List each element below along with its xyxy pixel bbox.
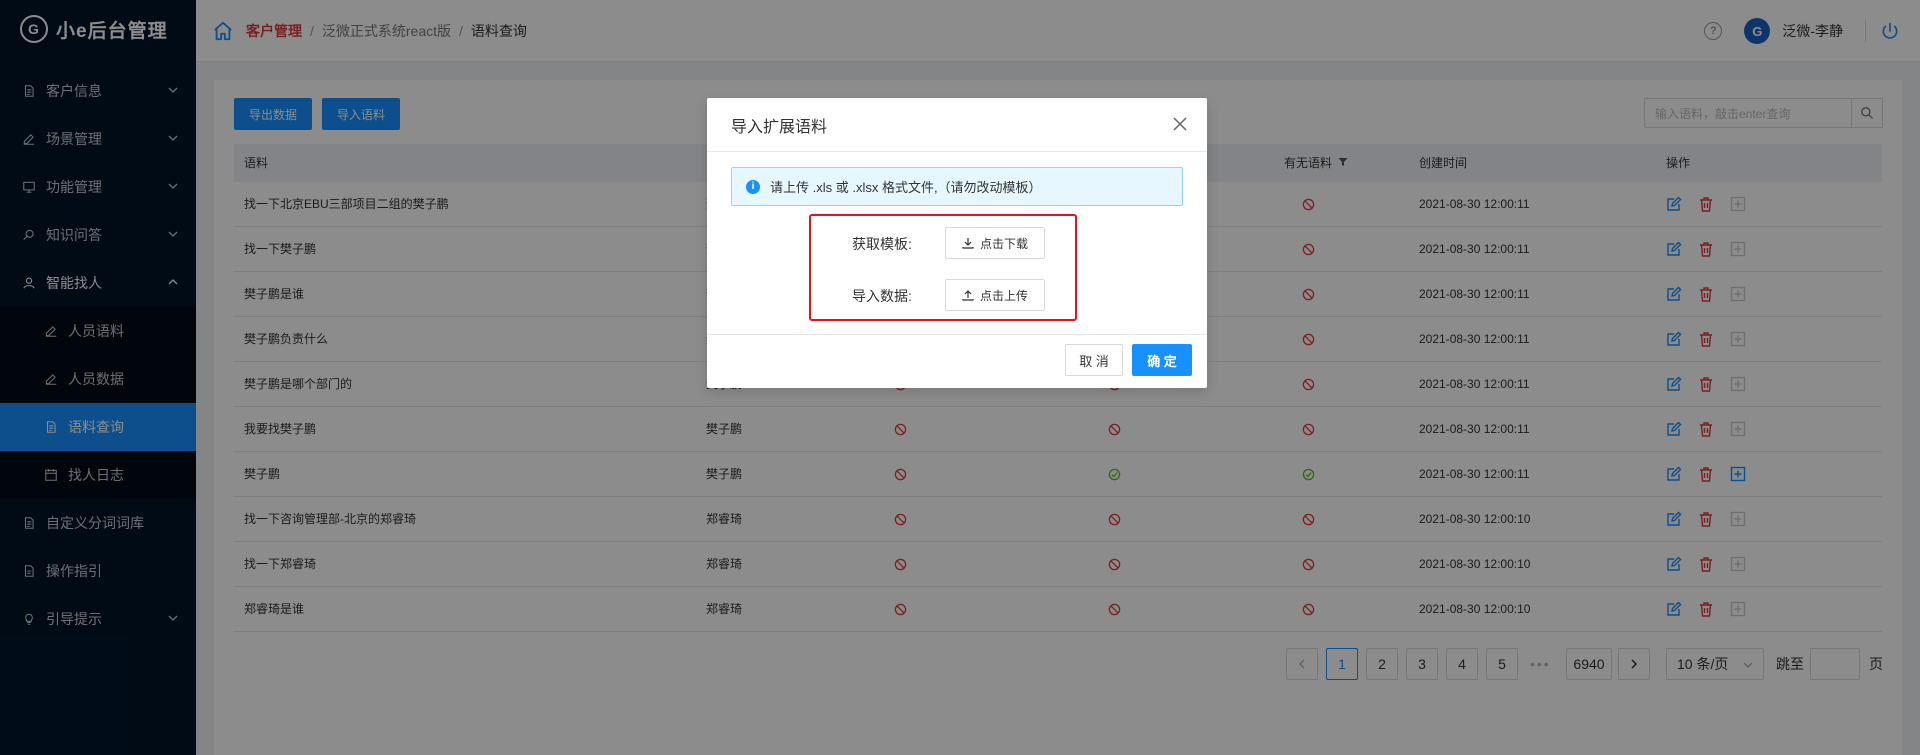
upload-icon [962,290,974,301]
close-icon[interactable] [1173,117,1187,131]
download-template-button[interactable]: 点击下载 [945,227,1045,259]
template-label: 获取模板: [852,236,912,252]
info-alert: i 请上传 .xls 或 .xlsx 格式文件,（请勿改动模板） [731,167,1183,206]
info-icon: i [746,179,760,194]
cancel-button[interactable]: 取 消 [1065,344,1123,376]
confirm-button[interactable]: 确 定 [1132,344,1192,376]
data-label: 导入数据: [852,288,912,304]
import-modal: 导入扩展语料 i 请上传 .xls 或 .xlsx 格式文件,（请勿改动模板） … [707,98,1207,388]
modal-footer: 取 消 确 定 [707,334,1207,388]
modal-header: 导入扩展语料 [707,98,1207,152]
upload-data-button[interactable]: 点击上传 [945,279,1045,311]
info-text: 请上传 .xls 或 .xlsx 格式文件,（请勿改动模板） [770,180,1042,195]
download-icon [962,238,974,249]
modal-title: 导入扩展语料 [731,118,828,136]
